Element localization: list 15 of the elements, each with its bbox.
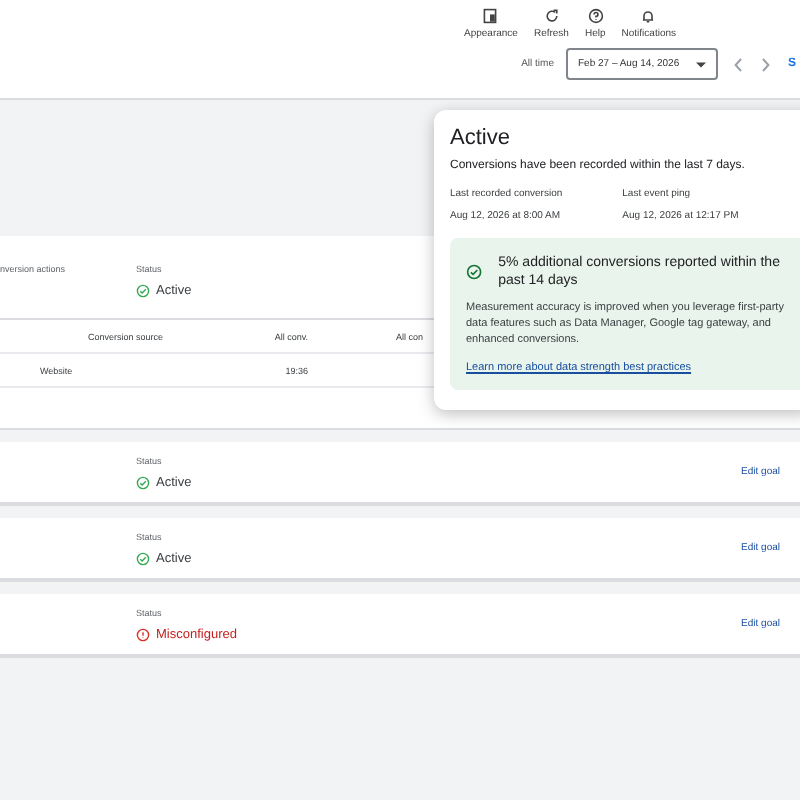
bell-icon: [640, 8, 657, 24]
popover-title: Active: [450, 126, 512, 150]
next-button[interactable]: [758, 57, 774, 71]
previous-button[interactable]: [730, 57, 746, 71]
help-icon: [587, 8, 604, 24]
chevron-right-icon: [762, 57, 770, 71]
chevron-left-icon: [734, 57, 742, 71]
check-circle-icon: [466, 262, 483, 283]
appearance-icon: [482, 8, 499, 24]
error-icon: [136, 627, 150, 641]
check-circle-icon: [136, 551, 150, 565]
refresh-icon: [543, 8, 560, 24]
check-circle-icon: [136, 284, 150, 298]
caret-icon: [696, 61, 706, 67]
check-circle-icon: [136, 475, 150, 489]
